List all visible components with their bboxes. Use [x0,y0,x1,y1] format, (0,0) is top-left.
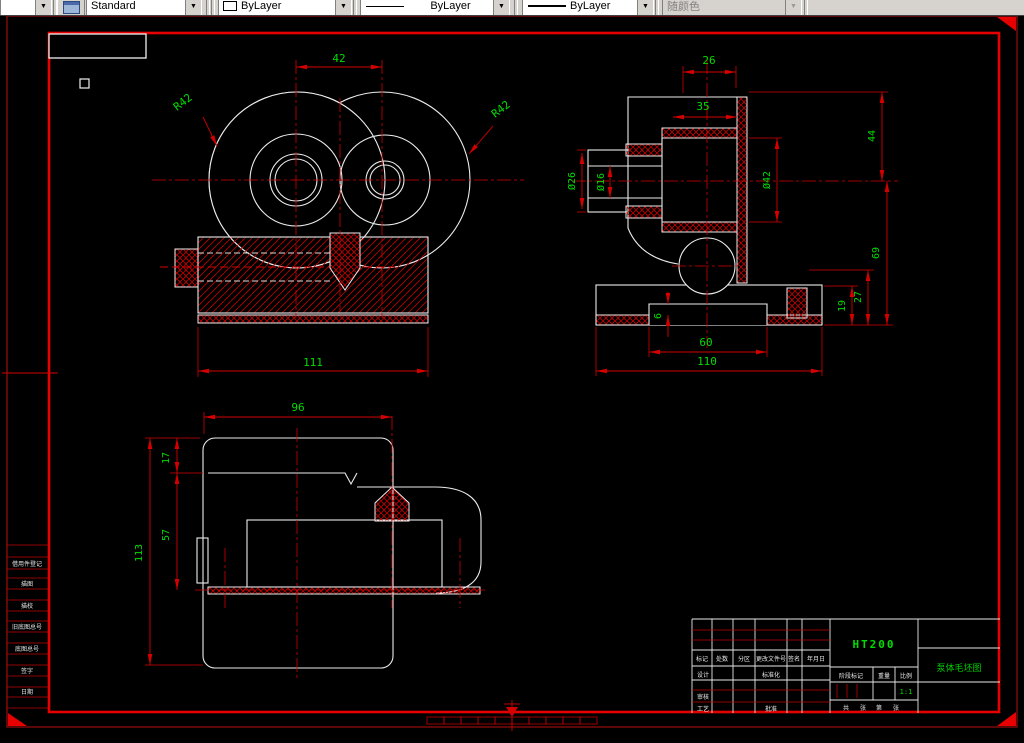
dim-top-width: 42 [332,52,345,65]
chevron-down-icon[interactable]: ▼ [637,0,653,15]
tb-scale-value: 1:1 [900,688,913,696]
dim-body-depth: 57 [161,529,172,541]
front-view: 42 R42 R42 111 [152,52,524,377]
text-style-combo[interactable]: Standard ▼ [86,0,202,15]
tb-scale-label: 比例 [900,672,912,680]
dim-bore-width: 35 [696,100,709,113]
margin-label: 日期 [21,688,33,696]
corner-cut-mark [997,712,1016,726]
lineweight-control-value: ByLayer [570,0,611,12]
linetype-control-value: ByLayer [430,0,471,12]
chevron-down-icon[interactable]: ▼ [185,0,201,15]
plotstyle-control-value: 随颜色 [667,1,700,13]
tb-header-signature: 签名 [788,655,800,663]
revision-box [48,33,147,59]
corner-cut-mark [997,17,1016,31]
toolbar-separator [206,0,210,15]
tb-drawing-title: 泵体毛坯图 [936,662,981,674]
style-manager-icon [62,0,80,14]
color-swatch-icon [223,1,237,11]
linetype-sample-icon [366,5,404,7]
dim-top-width: 96 [291,401,304,414]
bottom-centering-mark [426,700,598,731]
plotstyle-control-combo: 随颜色 ▼ [662,0,802,15]
tb-material: HT200 [852,638,895,651]
toolbar-separator [514,0,518,15]
margin-label: 描校 [21,602,33,610]
cad-drawing[interactable]: 借用件登记 描图 描校 旧底图总号 底图总号 签字 日期 42 R42 R42 … [0,0,1024,738]
dim-recess-depth: 6 [653,313,664,319]
pickbox-cursor[interactable] [79,78,90,89]
tb-row-process: 工艺 [697,705,709,713]
tb-sheet-unit2: 张 [893,704,899,712]
style-manager-button[interactable] [57,0,85,15]
dim-upper-height: 44 [867,130,878,142]
chevron-down-icon[interactable]: ▼ [35,0,51,15]
toolbar-separator [211,0,215,15]
dim-total-depth: 113 [134,544,145,562]
toolbar-separator [353,0,357,15]
toolbar: ▼ Standard ▼ ByLayer ▼ ByLayer ▼ ByLayer… [0,0,1024,16]
dim-flange-dia: Ø26 [566,172,578,190]
margin-label: 签字 [21,667,33,675]
layer-combo[interactable]: ▼ [0,0,52,15]
tb-header-date: 年月日 [807,655,825,663]
tb-sheet-total: 共 [843,704,849,712]
dim-left-radius: R42 [171,91,195,113]
tb-header-change-file: 更改文件号 [756,655,786,663]
dim-right-radius: R42 [489,98,513,120]
margin-label: 旧底图总号 [12,623,42,631]
tb-stage-label: 阶段标记 [839,672,863,680]
dim-base-width: 110 [697,355,717,368]
tb-row-standardize: 标准化 [762,671,780,679]
plan-view: 96 113 17 57 [134,401,487,678]
dim-step-height: 27 [853,291,864,303]
tb-header-count: 处数 [716,655,728,663]
margin-label: 借用件登记 [12,560,42,568]
chevron-down-icon[interactable]: ▼ [493,0,509,15]
dim-base-width: 111 [303,356,323,369]
tb-header-mark: 标记 [696,655,708,663]
dim-total-height: 69 [871,247,882,259]
tb-row-design: 设计 [697,671,709,679]
color-control-combo[interactable]: ByLayer ▼ [218,0,352,15]
tb-row-approve: 批准 [765,705,777,713]
dim-edge-offset: 17 [161,452,172,464]
dim-recess-width: 60 [699,336,712,349]
tb-sheet-unit1: 张 [860,704,866,712]
chevron-down-icon[interactable]: ▼ [335,0,351,15]
title-block: 标记 处数 分区 更改文件号 签名 年月日 设计 标准化 审核 工艺 批准 阶段… [691,618,1000,713]
drawing-canvas[interactable]: 借用件登记 描图 描校 旧底图总号 底图总号 签字 日期 42 R42 R42 … [0,0,1024,738]
chevron-down-icon: ▼ [785,0,801,15]
linetype-control-combo[interactable]: ByLayer ▼ [360,0,510,15]
tb-header-zone: 分区 [738,655,750,663]
toolbar-separator [655,0,659,15]
text-style-value: Standard [91,0,136,12]
corner-cut-mark [8,713,27,726]
margin-label: 描图 [21,580,33,588]
dim-hole-dia: Ø16 [595,173,607,191]
color-control-value: ByLayer [241,0,282,12]
side-view: 26 35 Ø26 Ø16 Ø42 44 69 27 19 6 60 110 [566,54,898,376]
sheet-frame [2,15,1018,731]
tb-row-review: 审核 [697,693,709,701]
margin-strip: 借用件登记 描图 描校 旧底图总号 底图总号 签字 日期 [7,544,48,709]
dim-pad-height: 19 [837,300,848,312]
tb-weight-label: 重量 [878,672,890,680]
dim-top-width: 26 [702,54,715,67]
dim-bore-dia: Ø42 [761,171,773,189]
tb-sheet-no: 第 [876,704,882,712]
lineweight-sample-icon [528,5,566,7]
toolbar-separator [804,0,808,15]
lineweight-control-combo[interactable]: ByLayer ▼ [522,0,654,15]
margin-label: 底图总号 [15,645,39,653]
